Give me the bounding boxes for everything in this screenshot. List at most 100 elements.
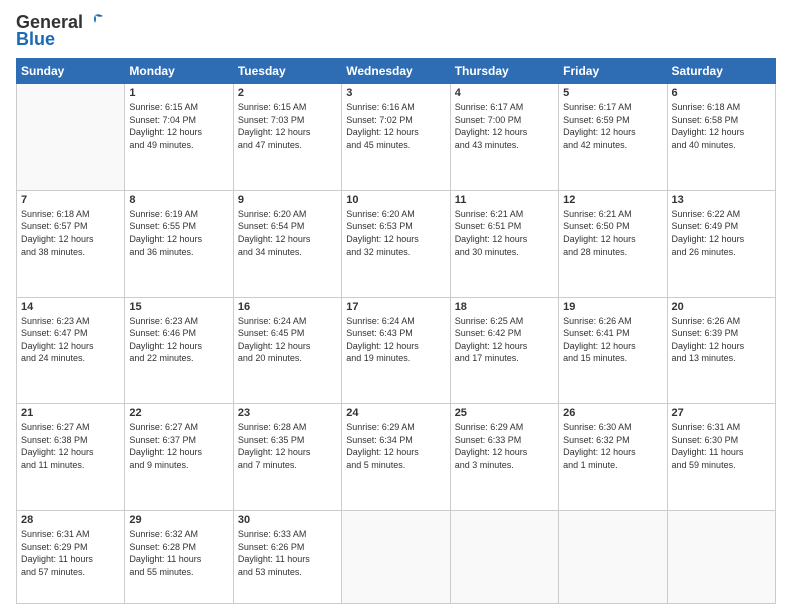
day-number: 30 (238, 514, 337, 526)
logo: General Blue (16, 12, 107, 50)
day-number: 16 (238, 301, 337, 313)
day-info: Sunrise: 6:24 AMSunset: 6:45 PMDaylight:… (238, 315, 337, 365)
calendar-header-monday: Monday (125, 59, 233, 84)
day-info: Sunrise: 6:17 AMSunset: 6:59 PMDaylight:… (563, 101, 662, 151)
day-number: 23 (238, 407, 337, 419)
day-number: 28 (21, 514, 120, 526)
day-number: 19 (563, 301, 662, 313)
day-number: 6 (672, 87, 771, 99)
day-number: 15 (129, 301, 228, 313)
calendar-cell (667, 511, 775, 604)
calendar-cell: 9 Sunrise: 6:20 AMSunset: 6:54 PMDaylight… (233, 190, 341, 297)
day-number: 8 (129, 194, 228, 206)
day-info: Sunrise: 6:33 AMSunset: 6:26 PMDaylight:… (238, 528, 337, 578)
day-info: Sunrise: 6:15 AMSunset: 7:04 PMDaylight:… (129, 101, 228, 151)
day-number: 1 (129, 87, 228, 99)
calendar-cell: 25Sunrise: 6:29 AMSunset: 6:33 PMDayligh… (450, 404, 558, 511)
calendar-cell: 29 Sunrise: 6:32 AMSunset: 6:28 PMDayligh… (125, 511, 233, 604)
day-info: Sunrise: 6:30 AMSunset: 6:32 PMDaylight:… (563, 421, 662, 471)
calendar-header-saturday: Saturday (667, 59, 775, 84)
day-number: 5 (563, 87, 662, 99)
calendar-header-tuesday: Tuesday (233, 59, 341, 84)
day-number: 2 (238, 87, 337, 99)
day-number: 22 (129, 407, 228, 419)
calendar-header-wednesday: Wednesday (342, 59, 450, 84)
day-info: Sunrise: 6:31 AMSunset: 6:30 PMDaylight:… (672, 421, 771, 471)
calendar-cell: 24 Sunrise: 6:29 AMSunset: 6:34 PMDayligh… (342, 404, 450, 511)
calendar-cell: 7 Sunrise: 6:18 AMSunset: 6:57 PMDaylight… (17, 190, 125, 297)
day-info: Sunrise: 6:18 AMSunset: 6:57 PMDaylight:… (21, 208, 120, 258)
day-info: Sunrise: 6:20 AMSunset: 6:53 PMDaylight:… (346, 208, 445, 258)
calendar-cell: 26 Sunrise: 6:30 AMSunset: 6:32 PMDayligh… (559, 404, 667, 511)
day-info: Sunrise: 6:15 AMSunset: 7:03 PMDaylight:… (238, 101, 337, 151)
day-number: 20 (672, 301, 771, 313)
day-info: Sunrise: 6:27 AMSunset: 6:37 PMDaylight:… (129, 421, 228, 471)
day-info: Sunrise: 6:17 AMSunset: 7:00 PMDaylight:… (455, 101, 554, 151)
calendar-header-thursday: Thursday (450, 59, 558, 84)
calendar-cell: 2 Sunrise: 6:15 AMSunset: 7:03 PMDaylight… (233, 84, 341, 191)
day-number: 29 (129, 514, 228, 526)
calendar-cell: 14Sunrise: 6:23 AMSunset: 6:47 PMDayligh… (17, 297, 125, 404)
calendar-cell: 27 Sunrise: 6:31 AMSunset: 6:30 PMDayligh… (667, 404, 775, 511)
day-info: Sunrise: 6:26 AMSunset: 6:41 PMDaylight:… (563, 315, 662, 365)
calendar-cell: 6Sunrise: 6:18 AMSunset: 6:58 PMDaylight… (667, 84, 775, 191)
day-info: Sunrise: 6:21 AMSunset: 6:51 PMDaylight:… (455, 208, 554, 258)
calendar-cell: 4 Sunrise: 6:17 AMSunset: 7:00 PMDaylight… (450, 84, 558, 191)
calendar-cell: 1 Sunrise: 6:15 AMSunset: 7:04 PMDaylight… (125, 84, 233, 191)
day-number: 3 (346, 87, 445, 99)
day-info: Sunrise: 6:16 AMSunset: 7:02 PMDaylight:… (346, 101, 445, 151)
day-number: 26 (563, 407, 662, 419)
calendar-table: SundayMondayTuesdayWednesdayThursdayFrid… (16, 58, 776, 604)
day-number: 27 (672, 407, 771, 419)
day-info: Sunrise: 6:32 AMSunset: 6:28 PMDaylight:… (129, 528, 228, 578)
day-info: Sunrise: 6:26 AMSunset: 6:39 PMDaylight:… (672, 315, 771, 365)
day-number: 13 (672, 194, 771, 206)
day-number: 9 (238, 194, 337, 206)
calendar-cell: 13 Sunrise: 6:22 AMSunset: 6:49 PMDayligh… (667, 190, 775, 297)
day-info: Sunrise: 6:25 AMSunset: 6:42 PMDaylight:… (455, 315, 554, 365)
calendar-cell (342, 511, 450, 604)
calendar-cell (450, 511, 558, 604)
calendar-cell (559, 511, 667, 604)
calendar-cell: 20 Sunrise: 6:26 AMSunset: 6:39 PMDayligh… (667, 297, 775, 404)
logo-blue-text: Blue (16, 29, 55, 50)
calendar-cell: 3 Sunrise: 6:16 AMSunset: 7:02 PMDaylight… (342, 84, 450, 191)
calendar-cell: 8 Sunrise: 6:19 AMSunset: 6:55 PMDaylight… (125, 190, 233, 297)
day-number: 25 (455, 407, 554, 419)
calendar-cell: 21Sunrise: 6:27 AMSunset: 6:38 PMDayligh… (17, 404, 125, 511)
day-number: 11 (455, 194, 554, 206)
calendar-cell: 22 Sunrise: 6:27 AMSunset: 6:37 PMDayligh… (125, 404, 233, 511)
calendar-cell: 15 Sunrise: 6:23 AMSunset: 6:46 PMDayligh… (125, 297, 233, 404)
day-info: Sunrise: 6:19 AMSunset: 6:55 PMDaylight:… (129, 208, 228, 258)
day-number: 10 (346, 194, 445, 206)
day-number: 12 (563, 194, 662, 206)
calendar-cell (17, 84, 125, 191)
day-number: 24 (346, 407, 445, 419)
day-info: Sunrise: 6:23 AMSunset: 6:46 PMDaylight:… (129, 315, 228, 365)
calendar-cell: 18 Sunrise: 6:25 AMSunset: 6:42 PMDayligh… (450, 297, 558, 404)
day-number: 7 (21, 194, 120, 206)
calendar-week-row: 28 Sunrise: 6:31 AMSunset: 6:29 PMDayligh… (17, 511, 776, 604)
day-info: Sunrise: 6:20 AMSunset: 6:54 PMDaylight:… (238, 208, 337, 258)
logo-bird-icon (85, 13, 107, 29)
calendar-cell: 28 Sunrise: 6:31 AMSunset: 6:29 PMDayligh… (17, 511, 125, 604)
calendar-week-row: 21Sunrise: 6:27 AMSunset: 6:38 PMDayligh… (17, 404, 776, 511)
calendar-cell: 23 Sunrise: 6:28 AMSunset: 6:35 PMDayligh… (233, 404, 341, 511)
day-info: Sunrise: 6:24 AMSunset: 6:43 PMDaylight:… (346, 315, 445, 365)
day-info: Sunrise: 6:31 AMSunset: 6:29 PMDaylight:… (21, 528, 120, 578)
day-info: Sunrise: 6:29 AMSunset: 6:34 PMDaylight:… (346, 421, 445, 471)
calendar-cell: 10 Sunrise: 6:20 AMSunset: 6:53 PMDayligh… (342, 190, 450, 297)
day-number: 21 (21, 407, 120, 419)
day-number: 4 (455, 87, 554, 99)
calendar-cell: 16 Sunrise: 6:24 AMSunset: 6:45 PMDayligh… (233, 297, 341, 404)
day-info: Sunrise: 6:22 AMSunset: 6:49 PMDaylight:… (672, 208, 771, 258)
calendar-cell: 12 Sunrise: 6:21 AMSunset: 6:50 PMDayligh… (559, 190, 667, 297)
day-info: Sunrise: 6:28 AMSunset: 6:35 PMDaylight:… (238, 421, 337, 471)
calendar-cell: 17Sunrise: 6:24 AMSunset: 6:43 PMDayligh… (342, 297, 450, 404)
day-info: Sunrise: 6:21 AMSunset: 6:50 PMDaylight:… (563, 208, 662, 258)
calendar-header-friday: Friday (559, 59, 667, 84)
calendar-week-row: 7 Sunrise: 6:18 AMSunset: 6:57 PMDaylight… (17, 190, 776, 297)
day-number: 14 (21, 301, 120, 313)
day-number: 18 (455, 301, 554, 313)
calendar-cell: 30 Sunrise: 6:33 AMSunset: 6:26 PMDayligh… (233, 511, 341, 604)
